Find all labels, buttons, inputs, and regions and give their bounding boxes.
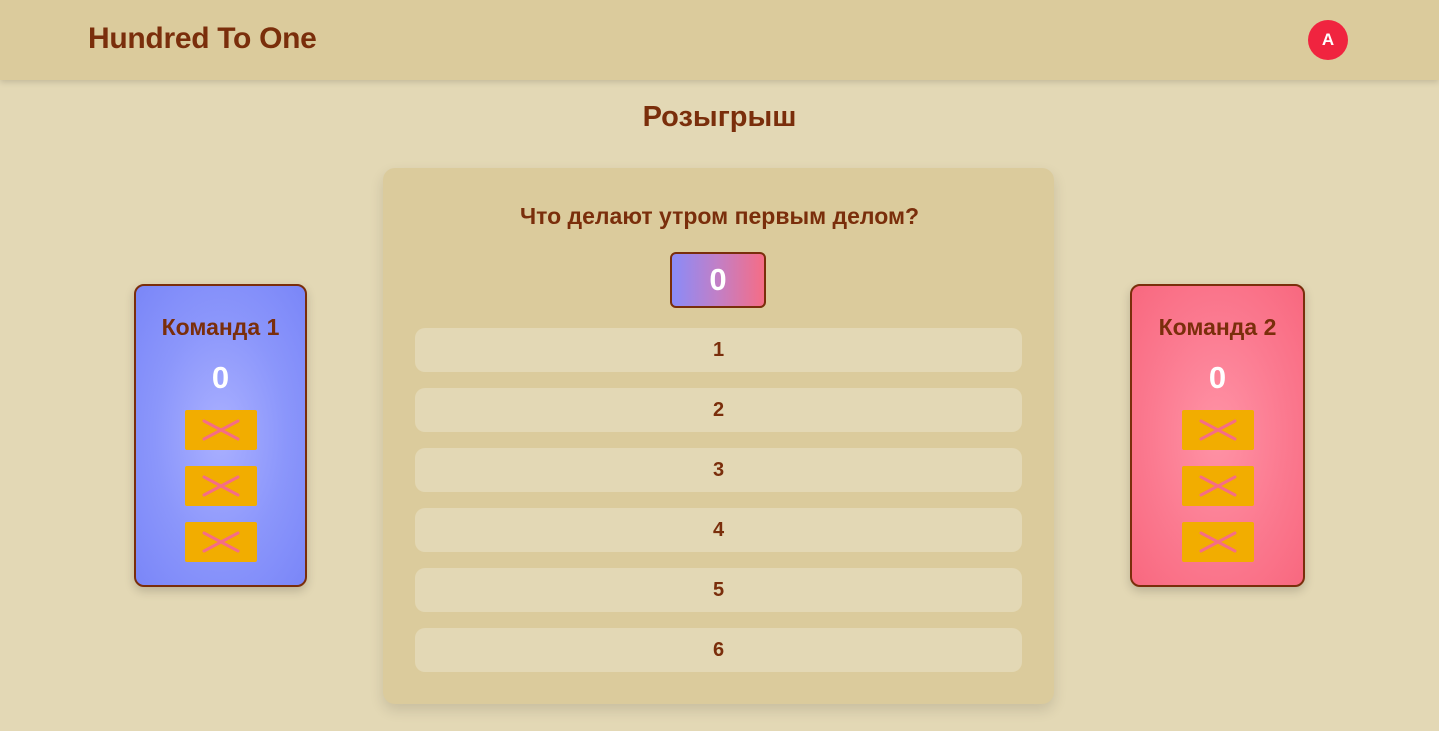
- team-1-card: Команда 1 0: [134, 284, 307, 587]
- answer-slot-1[interactable]: 1: [415, 328, 1022, 372]
- game-board: [383, 168, 1054, 704]
- close-icon: [1199, 531, 1237, 553]
- question-text: Что делают утром первым делом?: [519, 203, 920, 229]
- answer-slot-4[interactable]: 4: [415, 508, 1022, 552]
- team-1-strike-button-3[interactable]: [185, 522, 257, 562]
- team-1-score: 0: [211, 360, 230, 395]
- close-icon: [202, 475, 240, 497]
- page-title: Розыгрыш: [642, 101, 797, 133]
- team-2-score: 0: [1208, 360, 1227, 395]
- team-2-strike-button-3[interactable]: [1182, 522, 1254, 562]
- top-bar: Hundred To One A: [0, 0, 1439, 80]
- app-title[interactable]: Hundred To One: [88, 22, 317, 56]
- answer-slot-5[interactable]: 5: [415, 568, 1022, 612]
- round-bank-score: 0: [670, 252, 766, 308]
- close-icon: [1199, 475, 1237, 497]
- close-icon: [202, 531, 240, 553]
- close-icon: [202, 419, 240, 441]
- team-1-name: Команда 1: [161, 314, 280, 340]
- answer-slot-6[interactable]: 6: [415, 628, 1022, 672]
- answer-slot-3[interactable]: 3: [415, 448, 1022, 492]
- answer-slot-2[interactable]: 2: [415, 388, 1022, 432]
- team-2-name: Команда 2: [1158, 314, 1277, 340]
- team-1-strike-button-2[interactable]: [185, 466, 257, 506]
- team-1-strike-button-1[interactable]: [185, 410, 257, 450]
- team-2-strike-button-1[interactable]: [1182, 410, 1254, 450]
- team-2-card: Команда 2 0: [1130, 284, 1305, 587]
- close-icon: [1199, 419, 1237, 441]
- team-2-strike-button-2[interactable]: [1182, 466, 1254, 506]
- user-avatar[interactable]: A: [1308, 20, 1348, 60]
